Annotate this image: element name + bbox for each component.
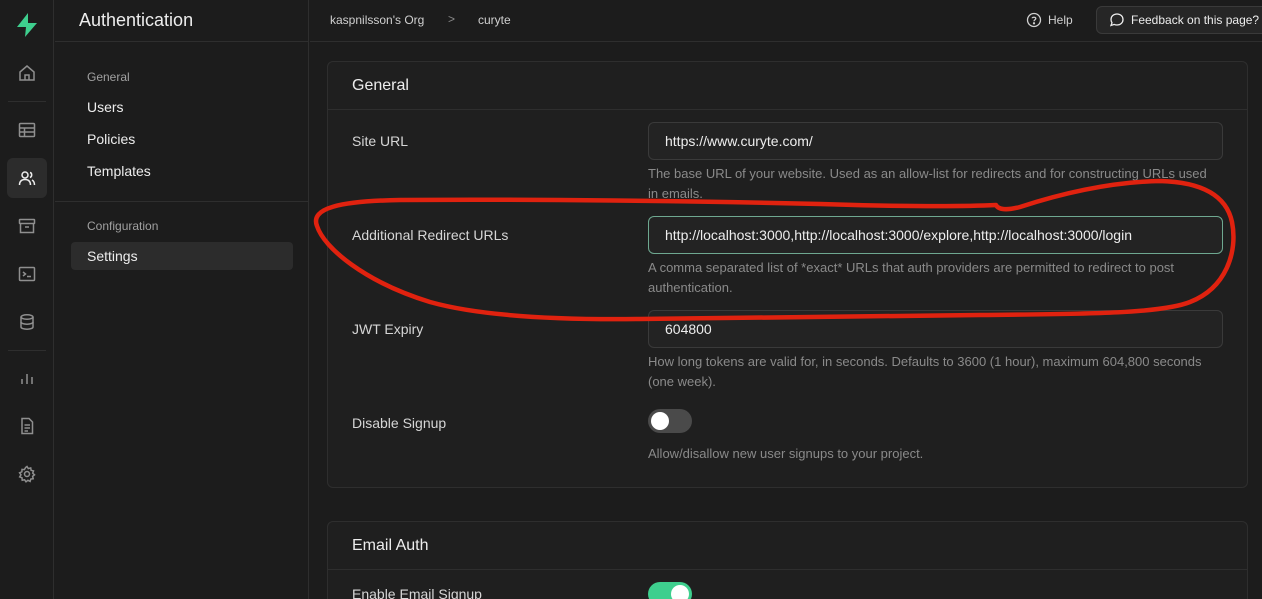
sidebar-item-templates[interactable]: Templates	[71, 157, 293, 185]
jwt-expiry-input[interactable]: 604800	[648, 310, 1223, 348]
database-icon[interactable]	[7, 302, 47, 342]
home-icon[interactable]	[7, 53, 47, 93]
site-url-input[interactable]: https://www.curyte.com/	[648, 122, 1223, 160]
breadcrumb-org[interactable]: kaspnilsson's Org	[330, 13, 424, 27]
sidebar-item-settings[interactable]: Settings	[71, 242, 293, 270]
reports-icon[interactable]	[7, 358, 47, 398]
sidebar-title: Authentication	[79, 10, 194, 30]
sidebar-section-general: General	[87, 70, 130, 84]
supabase-logo-icon[interactable]	[14, 12, 40, 38]
storage-icon[interactable]	[7, 206, 47, 246]
enable-email-signup-toggle[interactable]	[648, 582, 692, 599]
site-url-label: Site URL	[352, 133, 409, 149]
disable-signup-help: Allow/disallow new user signups to your …	[648, 446, 924, 461]
site-url-help: The base URL of your website. Used as an…	[648, 166, 1207, 201]
general-card-title: General	[328, 62, 1247, 110]
help-label: Help	[1048, 13, 1073, 27]
sidebar-section-configuration: Configuration	[87, 219, 159, 233]
jwt-expiry-label: JWT Expiry	[352, 321, 424, 337]
feedback-button[interactable]: Feedback on this page?	[1096, 6, 1262, 34]
general-settings-card: General Site URL https://www.curyte.com/…	[327, 61, 1248, 488]
help-button[interactable]: Help	[1026, 10, 1073, 30]
redirect-urls-help: A comma separated list of *exact* URLs t…	[648, 260, 1175, 295]
breadcrumb-separator: >	[448, 12, 456, 26]
disable-signup-label: Disable Signup	[352, 415, 447, 431]
icon-rail	[0, 0, 54, 599]
redirect-urls-input[interactable]: http://localhost:3000,http://localhost:3…	[648, 216, 1223, 254]
top-bar: kaspnilsson's Org > curyte Help Feedback…	[310, 0, 1262, 42]
table-editor-icon[interactable]	[7, 110, 47, 150]
feedback-label: Feedback on this page?	[1131, 13, 1260, 27]
settings-icon[interactable]	[7, 454, 47, 494]
rail-divider	[8, 101, 46, 102]
toggle-knob	[651, 412, 669, 430]
terminal-icon[interactable]	[7, 254, 47, 294]
sidebar-divider	[55, 201, 308, 202]
jwt-expiry-help: How long tokens are valid for, in second…	[648, 354, 1202, 389]
breadcrumb-project[interactable]: curyte	[478, 13, 511, 27]
help-icon	[1026, 12, 1042, 28]
disable-signup-toggle[interactable]	[648, 409, 692, 433]
auth-sidebar: Authentication General Users Policies Te…	[55, 0, 309, 599]
email-auth-card-title: Email Auth	[328, 522, 1247, 570]
docs-icon[interactable]	[7, 406, 47, 446]
enable-email-signup-label: Enable Email Signup	[352, 586, 482, 599]
sidebar-item-users[interactable]: Users	[71, 93, 293, 121]
redirect-urls-label: Additional Redirect URLs	[352, 227, 509, 243]
sidebar-header: Authentication	[55, 0, 308, 42]
message-icon	[1109, 13, 1124, 27]
email-auth-card: Email Auth Enable Email Signup	[327, 521, 1248, 599]
main-content: General Site URL https://www.curyte.com/…	[310, 43, 1262, 599]
rail-divider	[8, 350, 46, 351]
toggle-knob	[671, 585, 689, 599]
sidebar-item-policies[interactable]: Policies	[71, 125, 293, 153]
users-icon[interactable]	[7, 158, 47, 198]
